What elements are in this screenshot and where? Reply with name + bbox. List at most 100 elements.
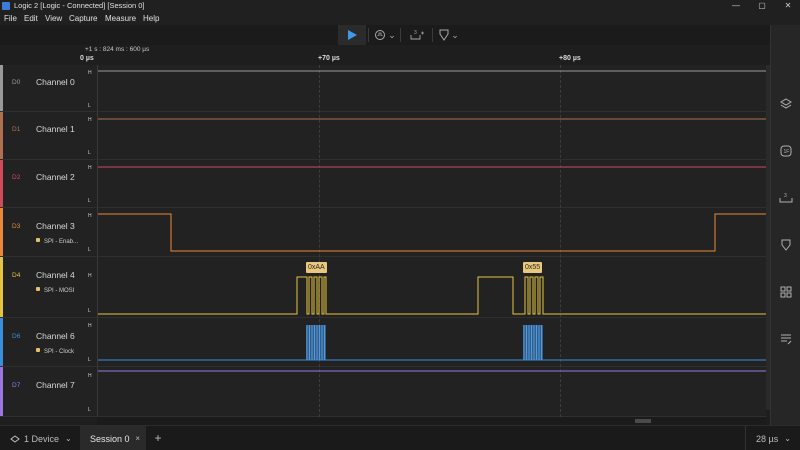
marker-icon[interactable] — [779, 238, 793, 252]
channel-id: D1 — [12, 126, 21, 133]
channel-color-bar — [0, 208, 3, 256]
time-tick-70us: +70 µs — [318, 55, 340, 62]
device-selector[interactable]: 1 Device ⌄ — [0, 426, 80, 450]
menu-bar: File Edit View Capture Measure Help — [0, 12, 800, 25]
channel-row-7[interactable]: D7 Channel 7 H L — [0, 367, 766, 417]
low-level-label: L — [88, 357, 91, 363]
layers-icon[interactable] — [779, 97, 793, 111]
waveform-area[interactable] — [97, 112, 766, 159]
channel-id: D0 — [12, 79, 21, 86]
menu-view[interactable]: View — [45, 12, 62, 25]
waveform-area[interactable] — [97, 65, 766, 111]
session-tab[interactable]: Session 0 × — [80, 426, 146, 450]
menu-edit[interactable]: Edit — [24, 12, 38, 25]
window-title: Logic 2 [Logic - Connected] [Session 0] — [14, 1, 145, 10]
close-session-icon[interactable]: × — [135, 434, 140, 443]
channel-id: D6 — [12, 333, 21, 340]
low-level-label: L — [88, 198, 91, 204]
low-level-label: L — [88, 103, 91, 109]
channel-color-bar — [0, 160, 3, 207]
low-level-label: L — [88, 407, 91, 413]
channel-row-3[interactable]: D3 Channel 3 SPI - Enab... H L — [0, 208, 766, 257]
horizontal-scroll-thumb[interactable] — [635, 419, 651, 423]
high-level-label: H — [88, 117, 92, 123]
channel-color-bar — [0, 318, 3, 366]
time-ruler[interactable]: +1 s : 824 ms : 600 µs 0 µs +70 µs +80 µ… — [80, 45, 765, 65]
trigger-settings-button[interactable]: ⌄ — [372, 25, 398, 45]
time-gridline — [319, 65, 320, 417]
channel-row-0[interactable]: D0 Channel 0 H L — [0, 65, 766, 112]
channel-name[interactable]: Channel 4 — [36, 270, 75, 280]
add-session-button[interactable]: + — [150, 426, 166, 450]
time-base-label: +1 s : 824 ms : 600 µs — [85, 46, 150, 53]
measure-icon: 3 — [410, 30, 424, 40]
analyzer-dot-icon — [36, 287, 40, 291]
channel-id: D4 — [12, 272, 21, 279]
zoom-level-selector[interactable]: 28 µs ⌄ — [745, 426, 800, 450]
add-marker-button[interactable]: ⌄ — [436, 25, 462, 45]
svg-text:3: 3 — [414, 30, 417, 36]
toolbar-divider — [368, 28, 369, 42]
channel-color-bar — [0, 257, 3, 317]
channel-row-6[interactable]: D6 Channel 6 SPI - Clock H L — [0, 318, 766, 367]
time-tick-left-edge: 0 µs — [80, 55, 94, 62]
channel-name[interactable]: Channel 1 — [36, 124, 75, 134]
status-bar: 1 Device ⌄ Session 0 × + 28 µs ⌄ — [0, 425, 800, 450]
decoded-byte-badge[interactable]: 0x55 — [523, 262, 543, 273]
high-level-label: H — [88, 373, 92, 379]
svg-text:1F: 1F — [784, 149, 790, 155]
horizontal-scrollbar[interactable] — [97, 417, 766, 425]
analyzer-dot-icon — [36, 238, 40, 242]
start-capture-button[interactable] — [338, 25, 366, 45]
marker-dropdown-icon: ⌄ — [451, 29, 459, 40]
app-logo-icon — [2, 2, 10, 10]
channel-name[interactable]: Channel 7 — [36, 380, 75, 390]
channel-name[interactable]: Channel 3 — [36, 221, 75, 231]
channel-name[interactable]: Channel 0 — [36, 77, 75, 87]
measure-icon[interactable]: 3 — [779, 191, 793, 205]
minimize-button[interactable]: — — [724, 0, 748, 12]
channel-id: D2 — [12, 174, 21, 181]
zoom-level-value: 28 µs — [756, 433, 779, 444]
high-level-label: H — [88, 165, 92, 171]
capture-toolbar: ⌄ 3 ⌄ — [0, 25, 770, 45]
analyzer-label[interactable]: SPI - MOSI — [36, 287, 74, 294]
maximize-button[interactable]: ▢ — [750, 0, 774, 12]
add-measurement-button[interactable]: 3 — [404, 25, 430, 45]
trigger-dropdown-icon: ⌄ — [388, 29, 396, 40]
waveform-area[interactable] — [97, 208, 766, 256]
device-icon — [10, 434, 20, 443]
channel-color-bar — [0, 367, 3, 416]
menu-capture[interactable]: Capture — [69, 12, 97, 25]
analyzer-icon[interactable]: 1F — [779, 144, 793, 158]
marker-icon — [439, 29, 449, 41]
waveform-area[interactable] — [97, 367, 766, 416]
decoded-byte-badge[interactable]: 0xAA — [306, 262, 327, 273]
low-level-label: L — [88, 150, 91, 156]
menu-file[interactable]: File — [4, 12, 17, 25]
time-gridline — [560, 65, 561, 417]
waveform-area[interactable] — [97, 257, 766, 317]
session-tab-label: Session 0 — [90, 433, 130, 444]
menu-help[interactable]: Help — [143, 12, 159, 25]
extensions-icon[interactable] — [779, 285, 793, 299]
analyzer-label[interactable]: SPI - Enab... — [36, 238, 78, 245]
waveform-area[interactable] — [97, 318, 766, 366]
channel-row-1[interactable]: D1 Channel 1 H L — [0, 112, 766, 160]
menu-measure[interactable]: Measure — [105, 12, 136, 25]
analyzer-label[interactable]: SPI - Clock — [36, 348, 74, 355]
low-level-label: L — [88, 308, 91, 314]
channel-name[interactable]: Channel 2 — [36, 172, 75, 182]
waveform-area[interactable] — [97, 160, 766, 207]
channel-name[interactable]: Channel 6 — [36, 331, 75, 341]
notes-icon[interactable] — [779, 332, 793, 346]
channel-row-2[interactable]: D2 Channel 2 H L — [0, 160, 766, 208]
title-bar: Logic 2 [Logic - Connected] [Session 0] … — [0, 0, 800, 12]
high-level-label: H — [88, 273, 92, 279]
channel-list: D0 Channel 0 H L D1 Channel 1 H L D2 Cha… — [0, 65, 766, 417]
svg-text:3: 3 — [784, 193, 787, 199]
channel-row-4[interactable]: D4 Channel 4 SPI - MOSI H L — [0, 257, 766, 318]
close-button[interactable]: ✕ — [776, 0, 800, 12]
low-level-label: L — [88, 247, 91, 253]
device-count: 1 Device — [24, 433, 60, 444]
